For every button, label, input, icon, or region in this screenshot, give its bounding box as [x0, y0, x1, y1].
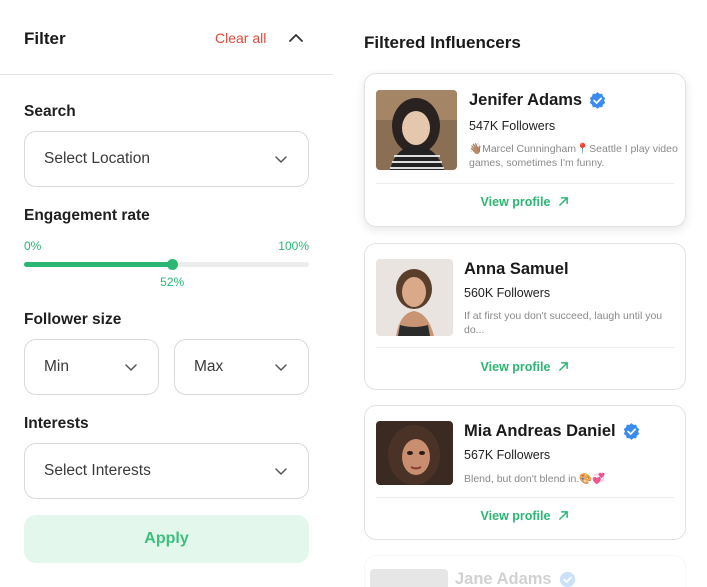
slider-min-label: 0% [24, 239, 42, 253]
location-select-text: Select Location [44, 150, 150, 167]
influencer-name: Mia Andreas Daniel [464, 422, 616, 440]
results-title: Filtered Influencers [364, 33, 521, 52]
verified-badge-icon [559, 571, 575, 587]
arrow-up-right-icon [559, 362, 569, 371]
view-profile-label: View profile [480, 509, 551, 523]
name-row: Jane Adams [455, 570, 576, 587]
name-row: Anna Samuel [464, 260, 569, 279]
filter-title: Filter [24, 29, 66, 48]
influencer-card[interactable]: Mia Andreas Daniel 567K Followers Blend,… [364, 405, 686, 540]
avatar [376, 259, 453, 336]
arrow-up-right-icon [559, 197, 569, 206]
chevron-down-icon [125, 364, 137, 371]
view-profile-label: View profile [480, 195, 551, 209]
divider [376, 497, 674, 498]
follower-size-label: Follower size [24, 311, 122, 328]
engagement-slider[interactable] [24, 259, 309, 270]
interests-select-text: Select Interests [44, 462, 151, 479]
chevron-down-icon [275, 364, 287, 371]
view-profile-link[interactable]: View profile [365, 509, 685, 523]
apply-button[interactable]: Apply [24, 515, 309, 563]
follower-min-text: Min [44, 358, 69, 375]
filter-panel: Filter Clear all Search Select Location … [0, 0, 333, 587]
avatar [376, 421, 453, 485]
divider [376, 347, 674, 348]
follower-count: 567K Followers [464, 448, 551, 462]
chevron-down-icon [275, 156, 287, 163]
interests-label: Interests [24, 415, 89, 432]
follower-max-select[interactable]: Max [174, 339, 309, 395]
verified-badge-icon [589, 92, 606, 109]
divider [376, 183, 674, 184]
view-profile-link[interactable]: View profile [365, 360, 685, 374]
influencer-name: Anna Samuel [464, 260, 569, 278]
verified-badge-icon [623, 423, 639, 440]
location-select[interactable]: Select Location [24, 131, 309, 187]
avatar [376, 90, 457, 170]
influencer-name: Jane Adams [455, 570, 552, 587]
follower-min-select[interactable]: Min [24, 339, 159, 395]
follower-count: 560K Followers [464, 286, 551, 300]
name-row: Mia Andreas Daniel [464, 422, 640, 441]
clear-all-button[interactable]: Clear all [215, 30, 266, 46]
view-profile-label: View profile [480, 360, 551, 374]
engagement-rate-label: Engagement rate [24, 207, 150, 224]
slider-fill [24, 262, 173, 267]
filter-header: Filter Clear all [0, 0, 333, 75]
slider-max-label: 100% [278, 239, 309, 253]
arrow-up-right-icon [559, 511, 569, 520]
slider-thumb[interactable] [166, 259, 178, 270]
avatar [370, 569, 448, 587]
chevron-up-icon[interactable] [287, 29, 305, 47]
influencer-card[interactable]: Jane Adams [364, 555, 686, 587]
follower-count: 547K Followers [469, 119, 556, 133]
chevron-down-icon [275, 468, 287, 475]
search-label: Search [24, 103, 76, 120]
influencer-card[interactable]: Anna Samuel 560K Followers If at first y… [364, 243, 686, 390]
follower-max-text: Max [194, 358, 224, 375]
influencer-bio: Blend, but don't blend in.🎨💞 [464, 473, 606, 485]
influencer-name: Jenifer Adams [469, 91, 583, 109]
interests-select[interactable]: Select Interests [24, 443, 309, 499]
influencer-bio: 👋🏽Marcel Cunningham📍Seattle I play video… [469, 143, 678, 169]
name-row: Jenifer Adams [469, 91, 606, 110]
influencer-card[interactable]: Jenifer Adams 547K Followers 👋🏽Marcel Cu… [364, 73, 686, 227]
influencer-bio: If at first you don't succeed, laugh unt… [464, 310, 663, 336]
slider-value-label: 52% [160, 275, 185, 289]
view-profile-link[interactable]: View profile [365, 195, 685, 209]
